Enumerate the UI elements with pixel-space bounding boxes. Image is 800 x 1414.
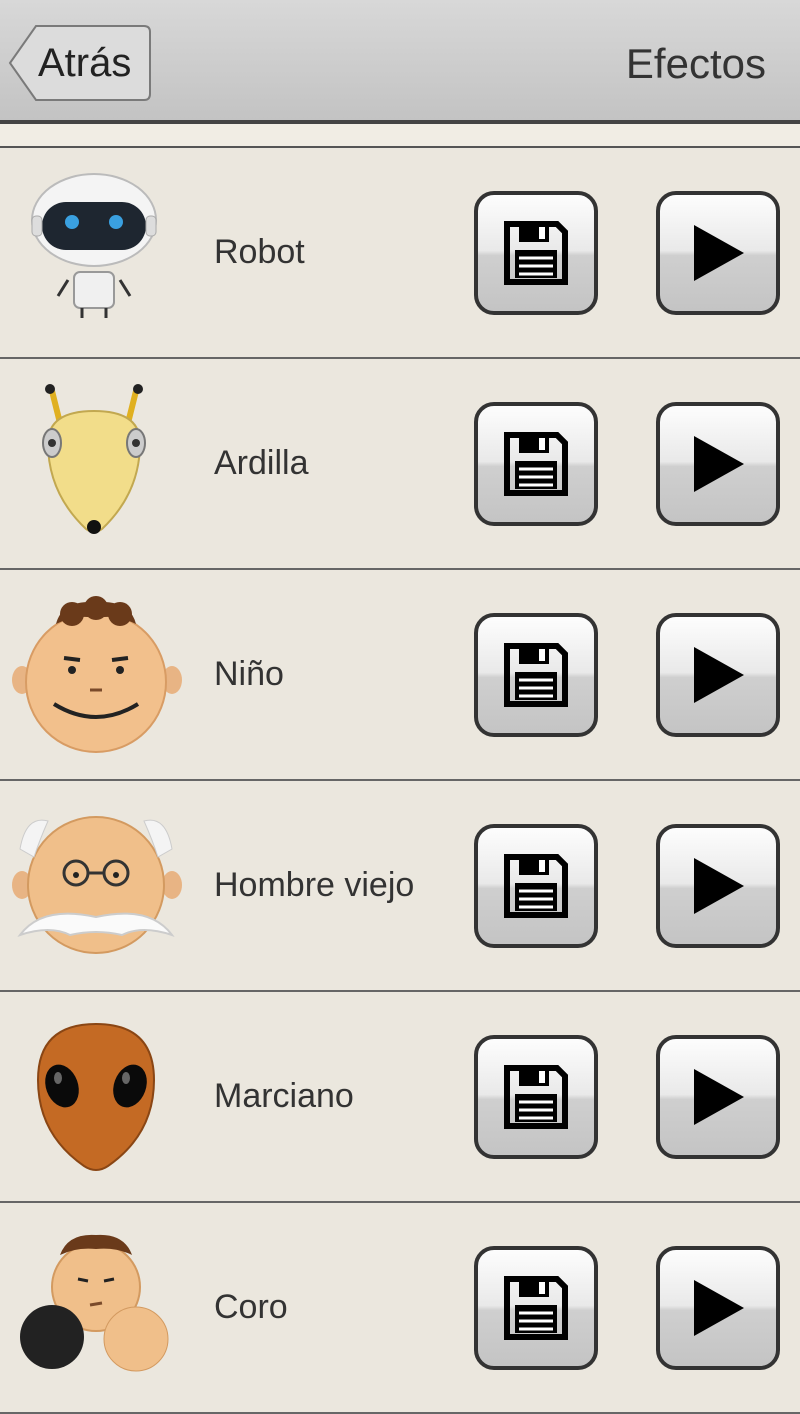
- squirrel-icon: [42, 384, 146, 534]
- play-icon: [694, 858, 744, 914]
- back-label: Atrás: [38, 41, 132, 85]
- floppy-disk-icon: [504, 1065, 568, 1129]
- martian-icon: [36, 1022, 156, 1171]
- play-button[interactable]: [656, 1035, 780, 1159]
- effect-label: Robot: [214, 233, 305, 271]
- boy-icon: [12, 596, 182, 753]
- effects-list: Robot Ardilla Niño Hombre viejo Marciano…: [0, 148, 800, 1414]
- header-separator: [0, 124, 800, 148]
- list-item-robot[interactable]: Robot: [0, 148, 800, 359]
- effect-label: Coro: [214, 1288, 288, 1326]
- play-button[interactable]: [656, 824, 780, 948]
- top-bar: Atrás Efectos: [0, 0, 800, 124]
- choir-icon: [20, 1234, 169, 1372]
- list-item-marciano[interactable]: Marciano: [0, 992, 800, 1203]
- list-item-hombre-viejo[interactable]: Hombre viejo: [0, 781, 800, 992]
- save-button[interactable]: [474, 613, 598, 737]
- effect-label: Niño: [214, 655, 284, 693]
- play-button[interactable]: [656, 1246, 780, 1370]
- play-icon: [694, 1280, 744, 1336]
- play-icon: [694, 647, 744, 703]
- save-button[interactable]: [474, 191, 598, 315]
- play-icon: [694, 225, 744, 281]
- save-button[interactable]: [474, 1035, 598, 1159]
- play-icon: [694, 1069, 744, 1125]
- floppy-disk-icon: [504, 1276, 568, 1340]
- page-title: Efectos: [625, 40, 766, 87]
- save-button[interactable]: [474, 1246, 598, 1370]
- play-icon: [694, 436, 744, 492]
- list-item-nino[interactable]: Niño: [0, 570, 800, 781]
- effect-label: Ardilla: [214, 444, 309, 482]
- floppy-disk-icon: [504, 643, 568, 707]
- save-button[interactable]: [474, 402, 598, 526]
- list-item-coro[interactable]: Coro: [0, 1203, 800, 1414]
- old-man-icon: [12, 816, 182, 954]
- floppy-disk-icon: [504, 854, 568, 918]
- play-button[interactable]: [656, 191, 780, 315]
- back-button[interactable]: Atrás: [8, 24, 152, 102]
- play-button[interactable]: [656, 613, 780, 737]
- save-button[interactable]: [474, 824, 598, 948]
- robot-icon: [31, 173, 157, 318]
- effect-label: Marciano: [214, 1077, 354, 1115]
- play-button[interactable]: [656, 402, 780, 526]
- floppy-disk-icon: [504, 432, 568, 496]
- floppy-disk-icon: [504, 221, 568, 285]
- effect-label: Hombre viejo: [214, 866, 415, 904]
- list-item-ardilla[interactable]: Ardilla: [0, 359, 800, 570]
